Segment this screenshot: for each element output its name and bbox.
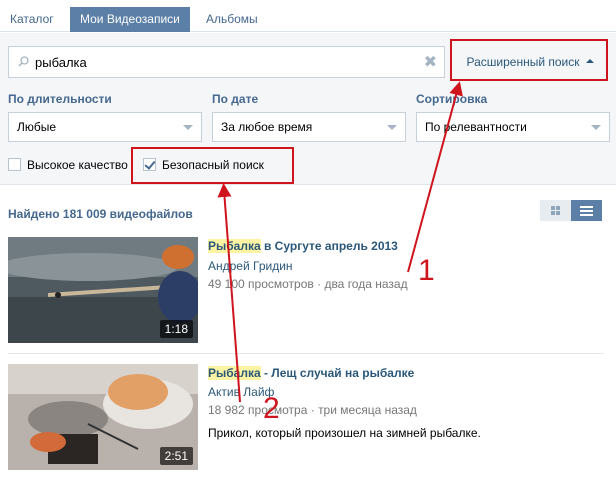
annotation-number-two: 2: [263, 392, 280, 425]
annotation-number-one: 1: [418, 254, 435, 287]
annotation-arrows: [217, 81, 463, 403]
arrow-two: [217, 183, 241, 403]
arrow-one: [407, 81, 463, 273]
